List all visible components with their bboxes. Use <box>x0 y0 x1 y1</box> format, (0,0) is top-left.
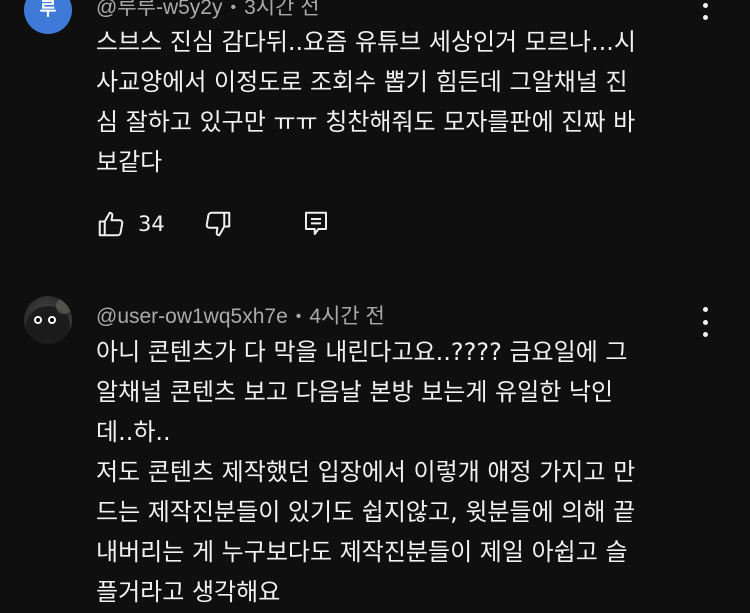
comment-author[interactable]: @루루-w5y2y <box>96 0 222 19</box>
like-button[interactable]: 34 <box>96 209 165 239</box>
meta-separator: • <box>295 308 302 325</box>
more-vert-icon <box>702 307 708 312</box>
like-count: 34 <box>138 212 165 236</box>
meta-separator: • <box>230 0 237 16</box>
comment-actions: 34 <box>96 208 331 240</box>
comment-meta: @루루-w5y2y • 3시간 전 <box>96 0 320 21</box>
comment-1: 루 @루루-w5y2y • 3시간 전 스브스 진심 감다뒤..요즘 유튜브 세상인… <box>0 0 750 260</box>
comment-2: @user-ow1wq5xh7e • 4시간 전 아니 콘텐츠가 다 막을 내린다고… <box>0 290 750 613</box>
avatar[interactable]: 루 <box>24 0 72 34</box>
reply-button[interactable] <box>301 209 331 239</box>
comment-text: 스브스 진심 감다뒤..요즘 유튜브 세상인거 모르나...시 사교양에서 이정… <box>96 28 636 176</box>
avatar-image <box>26 298 72 344</box>
comment-time[interactable]: 3시간 전 <box>244 0 319 19</box>
dislike-button[interactable] <box>203 209 233 239</box>
avatar[interactable] <box>24 296 72 344</box>
more-options-button[interactable] <box>698 0 712 20</box>
reply-icon <box>304 211 327 235</box>
avatar-letter: 루 <box>39 0 57 20</box>
thumb-down-icon <box>205 211 230 237</box>
comment-time[interactable]: 4시간 전 <box>309 305 384 328</box>
thumb-up-icon <box>98 211 124 237</box>
comment-text: 아니 콘텐츠가 다 막을 내린다고요..???? 금요일에 그 알채널 콘텐츠 … <box>96 338 636 606</box>
comment-meta: @user-ow1wq5xh7e • 4시간 전 <box>96 300 385 330</box>
comment-author[interactable]: @user-ow1wq5xh7e <box>96 305 288 328</box>
